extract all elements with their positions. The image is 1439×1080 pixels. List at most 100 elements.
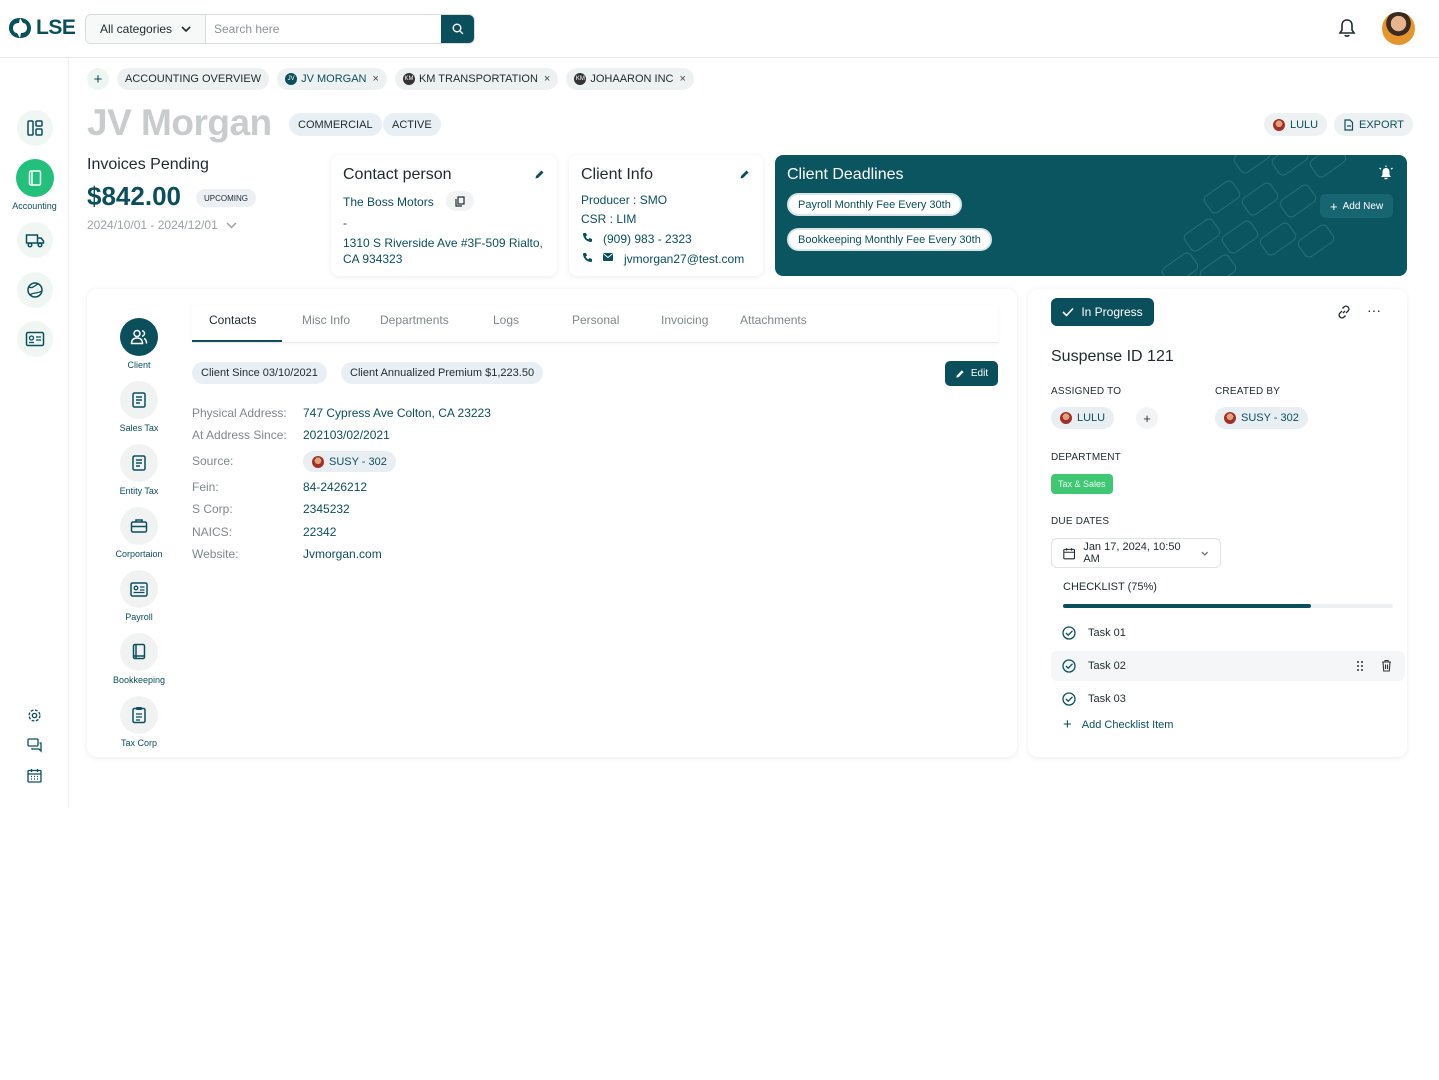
link-icon[interactable] bbox=[1337, 305, 1351, 319]
user-chip[interactable]: LULU bbox=[1264, 113, 1328, 136]
search-icon bbox=[452, 23, 463, 35]
tab-departments[interactable]: Departments bbox=[380, 313, 449, 327]
checklist-item[interactable]: Task 01 bbox=[1051, 618, 1405, 648]
settings-button[interactable] bbox=[0, 708, 69, 723]
check-circle-icon[interactable] bbox=[1062, 626, 1076, 640]
tab-jv-morgan[interactable]: JV JV MORGAN × bbox=[277, 68, 387, 90]
search-bar: All categories bbox=[85, 14, 475, 44]
avatar bbox=[1060, 412, 1072, 424]
chevron-down-icon bbox=[181, 26, 191, 32]
close-icon[interactable]: × bbox=[679, 73, 685, 85]
gear-icon bbox=[28, 709, 41, 722]
checklist-item[interactable]: Task 02 bbox=[1051, 651, 1405, 681]
export-icon bbox=[1344, 118, 1354, 131]
sidebar-item-accounting[interactable]: Accounting bbox=[0, 159, 69, 211]
tab-accounting-overview[interactable]: ACCOUNTING OVERVIEW bbox=[117, 68, 270, 90]
sidebar-item-dashboard[interactable] bbox=[0, 110, 69, 146]
side-nav-sales-tax[interactable]: Sales Tax bbox=[99, 381, 179, 433]
source-value: SUSY - 302 bbox=[329, 455, 387, 468]
add-tab-button[interactable]: + bbox=[87, 68, 109, 90]
assigned-label: ASSIGNED TO bbox=[1051, 386, 1122, 397]
pencil-icon[interactable] bbox=[534, 169, 545, 180]
side-nav-bookkeeping[interactable]: Bookkeeping bbox=[99, 633, 179, 685]
deadline-item[interactable]: Bookkeeping Monthly Fee Every 30th bbox=[787, 228, 992, 251]
drag-handle-icon[interactable] bbox=[1356, 660, 1364, 672]
edit-button[interactable]: Edit bbox=[945, 361, 998, 386]
checklist-item[interactable]: Task 03 bbox=[1051, 684, 1405, 714]
source-chip[interactable]: SUSY - 302 bbox=[303, 451, 396, 472]
export-label: EXPORT bbox=[1359, 118, 1405, 131]
check-circle-icon[interactable] bbox=[1062, 692, 1076, 706]
tab-label: JOHAARON INC bbox=[590, 73, 674, 85]
tab-contacts[interactable]: Contacts bbox=[209, 313, 256, 327]
alarm-bell-icon[interactable] bbox=[1378, 165, 1394, 181]
tab-logs[interactable]: Logs bbox=[493, 313, 519, 327]
chat-button[interactable] bbox=[0, 738, 69, 753]
plus-icon: + bbox=[1063, 716, 1072, 733]
deadline-item[interactable]: Payroll Monthly Fee Every 30th bbox=[787, 193, 962, 216]
tab-attachments[interactable]: Attachments bbox=[740, 313, 807, 327]
csr-text: CSR : LIM bbox=[581, 212, 637, 226]
side-nav-label: Payroll bbox=[125, 612, 153, 622]
due-date-picker[interactable]: Jan 17, 2024, 10:50 AM bbox=[1051, 538, 1221, 568]
side-nav-tax-corp[interactable]: Tax Corp bbox=[99, 696, 179, 748]
chevron-down-icon bbox=[1201, 551, 1209, 556]
sidebar: Accounting bbox=[0, 58, 69, 808]
checklist-item-label: Task 02 bbox=[1088, 660, 1126, 672]
checklist-item-label: Task 01 bbox=[1088, 627, 1126, 639]
field-value: 202103/02/2021 bbox=[303, 428, 390, 442]
close-icon[interactable]: × bbox=[373, 73, 379, 85]
check-circle-icon[interactable] bbox=[1062, 659, 1076, 673]
sidebar-item-transport[interactable] bbox=[0, 222, 69, 258]
date-range-select[interactable]: 2024/10/01 - 2024/12/01 bbox=[87, 218, 237, 232]
tab-badge: JV bbox=[285, 73, 298, 85]
tab-misc-info[interactable]: Misc Info bbox=[302, 313, 350, 327]
premium-pill: Client Annualized Premium $1,223.50 bbox=[341, 362, 544, 384]
add-checklist-item-button[interactable]: + Add Checklist Item bbox=[1063, 716, 1173, 733]
sidebar-item-globe[interactable] bbox=[0, 272, 69, 308]
side-nav-client[interactable]: Client bbox=[99, 318, 179, 370]
creator-chip[interactable]: SUSY - 302 bbox=[1215, 407, 1308, 429]
status-button[interactable]: In Progress bbox=[1051, 298, 1154, 326]
sidebar-item-id-card[interactable] bbox=[0, 321, 69, 357]
side-nav-corporation[interactable]: Corportaion bbox=[99, 507, 179, 559]
category-label: All categories bbox=[100, 22, 173, 36]
tab-km-transportation[interactable]: KM KM TRANSPORTATION × bbox=[394, 68, 559, 90]
copy-button[interactable] bbox=[446, 191, 474, 211]
deadlines-title: Client Deadlines bbox=[787, 166, 904, 183]
search-button[interactable] bbox=[441, 15, 474, 43]
due-dates-label: DUE DATES bbox=[1051, 516, 1110, 527]
avatar bbox=[312, 455, 324, 468]
id-card-icon bbox=[130, 581, 148, 597]
assignee-chip[interactable]: LULU bbox=[1051, 407, 1115, 429]
brand-logo[interactable]: LSE bbox=[8, 16, 76, 40]
task-title: Suspense ID 121 bbox=[1051, 348, 1174, 365]
invoices-title: Invoices Pending bbox=[87, 156, 209, 173]
client-info-card: Client Info Producer : SMO CSR : LIM (90… bbox=[569, 155, 763, 276]
tab-invoicing[interactable]: Invoicing bbox=[661, 313, 708, 327]
email-text[interactable]: jvmorgan27@test.com bbox=[624, 251, 744, 267]
creator-name: SUSY - 302 bbox=[1241, 412, 1299, 424]
tab-personal[interactable]: Personal bbox=[572, 313, 619, 327]
calendar-button[interactable] bbox=[0, 768, 69, 783]
search-input[interactable] bbox=[206, 15, 441, 43]
category-select[interactable]: All categories bbox=[86, 15, 206, 43]
trash-icon[interactable] bbox=[1381, 659, 1392, 672]
add-assignee-button[interactable]: + bbox=[1136, 407, 1158, 429]
side-nav-label: Client bbox=[127, 360, 151, 370]
side-nav-payroll[interactable]: Payroll bbox=[99, 570, 179, 622]
side-nav-entity-tax[interactable]: Entity Tax bbox=[99, 444, 179, 496]
department-badge: Tax & Sales bbox=[1051, 474, 1113, 494]
field-label: At Address Since: bbox=[192, 428, 287, 442]
tab-johaaron-inc[interactable]: KM JOHAARON INC × bbox=[566, 68, 694, 90]
user-avatar[interactable] bbox=[1382, 12, 1415, 45]
close-icon[interactable]: × bbox=[544, 73, 550, 85]
export-button[interactable]: EXPORT bbox=[1334, 113, 1414, 136]
more-options-icon[interactable]: ··· bbox=[1367, 302, 1381, 318]
active-tab-indicator bbox=[192, 340, 282, 342]
briefcase-icon bbox=[130, 519, 148, 533]
add-deadline-button[interactable]: + Add New bbox=[1320, 194, 1394, 218]
pencil-icon[interactable] bbox=[739, 169, 750, 180]
notifications-button[interactable] bbox=[1337, 18, 1357, 43]
website-link[interactable]: Jvmorgan.com bbox=[303, 547, 382, 561]
